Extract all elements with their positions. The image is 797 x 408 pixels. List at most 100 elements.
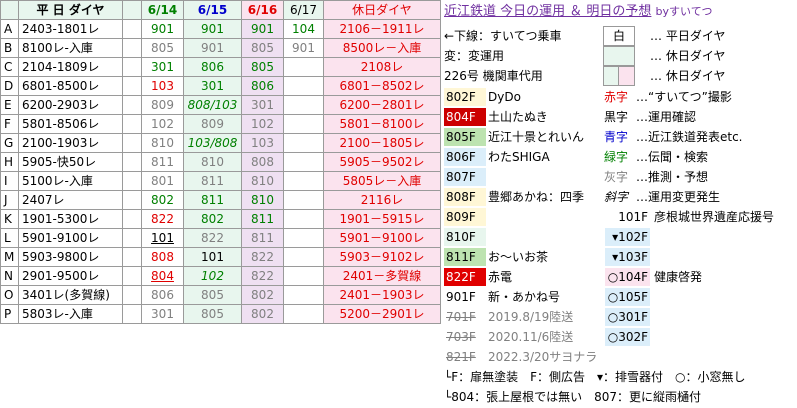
cell-614: 804 (141, 266, 184, 286)
table-row: F 5801-8506レ 102 809 102 5801－8100レ (0, 114, 441, 134)
weekday-train: 2100-1903レ (18, 133, 123, 153)
cell-615: 806 (183, 57, 242, 77)
header-key (0, 0, 19, 20)
cell-614: 901 (141, 19, 184, 39)
table-row: K 1901-5300レ 822 802 811 1901－5915レ (0, 209, 441, 229)
holiday-train: 5801－8100レ (323, 114, 441, 134)
color-legend-label: 灰字 (604, 170, 629, 184)
cell-617: 104 (283, 19, 324, 39)
holiday-train: 2401－1903レ (323, 285, 441, 305)
unit-description: お～いお茶 (488, 250, 549, 264)
cell-616: 901 (241, 19, 284, 39)
holiday-train: 5805レ－入庫 (323, 171, 441, 191)
row-key: K (0, 209, 19, 229)
legend-underline: ←下線：すいてつ乗車 (444, 29, 562, 43)
cell-615: 822 (183, 228, 242, 248)
holiday-train: 2108レ (323, 57, 441, 77)
cell-615: 809 (183, 114, 242, 134)
row-key: N (0, 266, 19, 286)
cell-614: 809 (141, 95, 184, 115)
header-weekday: 平 日 ダイヤ (18, 0, 123, 20)
color-legend-desc: …“すいてつ”撮影 (636, 90, 732, 104)
cell-616: 811 (241, 209, 284, 229)
small-unit-description: 彦根城世界遺産応援号 (654, 210, 775, 224)
color-legend-label: 緑字 (604, 150, 629, 164)
cell-614: 101 (141, 228, 184, 248)
row-key: D (0, 76, 19, 96)
table-row: I 5100レ-入庫 801 811 810 5805レ－入庫 (0, 171, 441, 191)
cell-614: 802 (141, 190, 184, 210)
row-key: I (0, 171, 19, 191)
cell-615: 805 (183, 304, 242, 324)
row-key: F (0, 114, 19, 134)
cell-616: 805 (241, 57, 284, 77)
cell-616: 102 (241, 114, 284, 134)
cell-616: 822 (241, 247, 284, 267)
holiday-train: 5903－9102レ (323, 247, 441, 267)
color-legend-desc: …近江鉄道発表etc. (636, 130, 743, 144)
table-row: N 2901-9500レ 804 102 822 2401－多賀線 (0, 266, 441, 286)
row-key: M (0, 247, 19, 267)
unit-number: 807F (444, 168, 486, 186)
cell-614: 103 (141, 76, 184, 96)
holiday-train: 2116レ (323, 190, 441, 210)
holiday-train: 1901－5915レ (323, 209, 441, 229)
cell-615: 301 (183, 76, 242, 96)
unit-description: 赤電 (488, 270, 513, 284)
header-holiday: 休日ダイヤ (323, 0, 441, 20)
weekday-train: 3401レ(多賀線) (18, 285, 123, 305)
cell-615: 810 (183, 152, 242, 172)
cell-614: 805 (141, 38, 184, 58)
unit-number: 804F (444, 108, 486, 126)
cell-614: 822 (141, 209, 184, 229)
cell-617 (283, 133, 324, 153)
holiday-train: 2106－1911レ (323, 19, 441, 39)
cell-617: 901 (283, 38, 324, 58)
color-legend-label: 青字 (604, 130, 629, 144)
unit-number: 701F (444, 308, 486, 326)
weekday-train: 2407レ (18, 190, 123, 210)
holiday-train: 8500レ－入庫 (323, 38, 441, 58)
weekday-train: 5803レ-入庫 (18, 304, 123, 324)
legend-loco: 226号 機関車代用 (444, 69, 543, 83)
cell-617 (283, 171, 324, 191)
color-legend-desc: …運用確認 (636, 110, 697, 124)
unit-number: 809F (444, 208, 486, 226)
holiday-mark-2: … 休日ダイヤ (650, 69, 726, 83)
row-key: L (0, 228, 19, 248)
unit-description: 2022.3/20サヨナラ (488, 350, 598, 364)
cell-616: 822 (241, 266, 284, 286)
cell-615: 901 (183, 19, 242, 39)
shiro-box: 白 (603, 26, 635, 46)
color-legend-label: 黒字 (604, 110, 629, 124)
row-key: A (0, 19, 19, 39)
cell-616: 802 (241, 304, 284, 324)
green-box (603, 46, 635, 66)
unit-description: 土山たぬき (488, 110, 548, 124)
unit-number: 805F (444, 128, 486, 146)
unit-number: 811F (444, 248, 486, 266)
cell-616: 808 (241, 152, 284, 172)
weekday-train: 5903-9800レ (18, 247, 123, 267)
row-key: J (0, 190, 19, 210)
table-row: B 8100レ-入庫 805 901 805 901 8500レ－入庫 (0, 38, 441, 58)
weekday-train: 5100レ-入庫 (18, 171, 123, 191)
unit-description: わたSHIGA (488, 150, 550, 164)
row-key: P (0, 304, 19, 324)
holiday-train: 5901－9100レ (323, 228, 441, 248)
small-unit-description: 健康啓発 (654, 270, 703, 284)
unit-number: 806F (444, 148, 486, 166)
cell-616: 811 (241, 228, 284, 248)
cell-615: 102 (183, 266, 242, 286)
small-unit-number: ○301F (605, 308, 650, 326)
color-legend-desc: …推測・予想 (636, 170, 709, 184)
cell-617 (283, 285, 324, 305)
color-legend-desc: …伝聞・検索 (636, 150, 709, 164)
cell-617 (283, 95, 324, 115)
weekday-train: 6200-2903レ (18, 95, 123, 115)
header-date-617: 6/17 (283, 0, 324, 20)
weekday-mark: … 平日ダイヤ (650, 29, 726, 43)
cell-614: 301 (141, 57, 184, 77)
row-key: E (0, 95, 19, 115)
unit-number: 821F (444, 348, 486, 366)
